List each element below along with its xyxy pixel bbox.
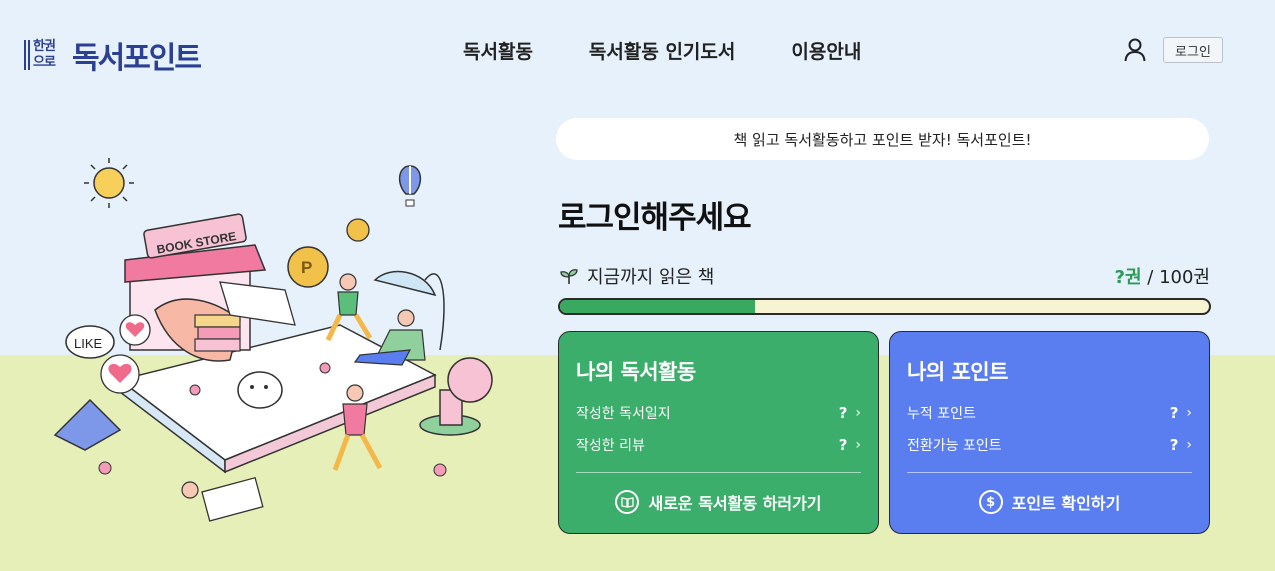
points-card-title: 나의 포인트 — [907, 360, 1008, 384]
nav-reading-activity[interactable]: 독서활동 — [463, 37, 533, 64]
my-reading-activity-card: 나의 독서활동 작성한 독서일지 ? › 작성한 리뷰 ? › 새로운 독서활동 하… — [558, 331, 879, 534]
books-count: ?권 / 100권 — [1115, 263, 1210, 289]
accumulated-points-row[interactable]: 누적 포인트 ? › — [907, 402, 1192, 424]
slogan-banner: 책 읽고 독서활동하고 포인트 받자! 독서포인트! — [556, 118, 1209, 160]
logo-mark: 한권 으로 — [24, 38, 66, 72]
hot-air-balloon-icon — [398, 165, 422, 207]
heart-icon — [100, 354, 140, 394]
nav-guide[interactable]: 이용안내 — [791, 37, 861, 64]
check-points-button[interactable]: $ 포인트 확인하기 — [890, 490, 1209, 514]
books-read-label-group: 지금까지 읽은 책 — [559, 263, 714, 289]
convertible-points-value: ? — [1169, 436, 1179, 454]
books-count-total: / 100권 — [1141, 267, 1210, 288]
my-points-card: 나의 포인트 누적 포인트 ? › 전환가능 포인트 ? › $ 포인트 확인하기 — [889, 331, 1210, 534]
journal-count-row[interactable]: 작성한 독서일지 ? › — [576, 402, 861, 424]
card-divider — [576, 472, 861, 473]
review-count-row[interactable]: 작성한 리뷰 ? › — [576, 434, 861, 456]
svg-text:P: P — [301, 258, 312, 277]
main-nav: 독서활동 독서활동 인기도서 이용안내 — [463, 37, 861, 64]
logo-small-bottom: 으로 — [33, 55, 56, 70]
books-read-label: 지금까지 읽은 책 — [587, 267, 715, 288]
chevron-right-icon: › — [1186, 405, 1192, 421]
bookstore-illustration: BOOK STORE P LIKE — [53, 158, 493, 522]
heart-icon — [119, 314, 151, 346]
dollar-icon: $ — [978, 490, 1003, 514]
review-count-value: ? — [838, 436, 848, 454]
new-activity-button[interactable]: 새로운 독서활동 하러가기 — [559, 490, 878, 514]
journal-count-value: ? — [838, 404, 848, 422]
chevron-right-icon: › — [1186, 437, 1192, 453]
review-count-label: 작성한 리뷰 — [576, 438, 645, 454]
logo-small-top: 한권 — [33, 39, 56, 54]
accumulated-points-value: ? — [1169, 404, 1179, 422]
login-prompt-title[interactable]: 로그인해주세요 — [558, 192, 752, 237]
logo-text: 독서포인트 — [72, 41, 202, 76]
user-icon[interactable] — [1124, 38, 1146, 62]
journal-count-label: 작성한 독서일지 — [576, 406, 671, 422]
new-activity-label: 새로운 독서활동 하러가기 — [648, 494, 822, 513]
like-bubble-text: LIKE — [74, 336, 103, 351]
login-button[interactable]: 로그인 — [1163, 37, 1223, 63]
book-icon — [615, 490, 640, 514]
check-points-label: 포인트 확인하기 — [1011, 494, 1121, 513]
reading-progress-bar — [558, 298, 1211, 315]
logo[interactable]: 한권 으로 독서포인트 — [24, 33, 202, 77]
activity-card-title: 나의 독서활동 — [576, 360, 696, 384]
reading-progress-fill — [560, 300, 755, 313]
books-count-value: ?권 — [1114, 267, 1142, 288]
card-divider — [907, 472, 1192, 473]
chevron-right-icon: › — [855, 405, 861, 421]
accumulated-points-label: 누적 포인트 — [907, 406, 976, 422]
nav-popular-books[interactable]: 독서활동 인기도서 — [589, 37, 735, 64]
sprout-icon — [560, 269, 578, 284]
sun-icon — [84, 158, 134, 208]
convertible-points-row[interactable]: 전환가능 포인트 ? › — [907, 434, 1192, 456]
convertible-points-label: 전환가능 포인트 — [907, 438, 1002, 454]
chevron-right-icon: › — [855, 437, 861, 453]
